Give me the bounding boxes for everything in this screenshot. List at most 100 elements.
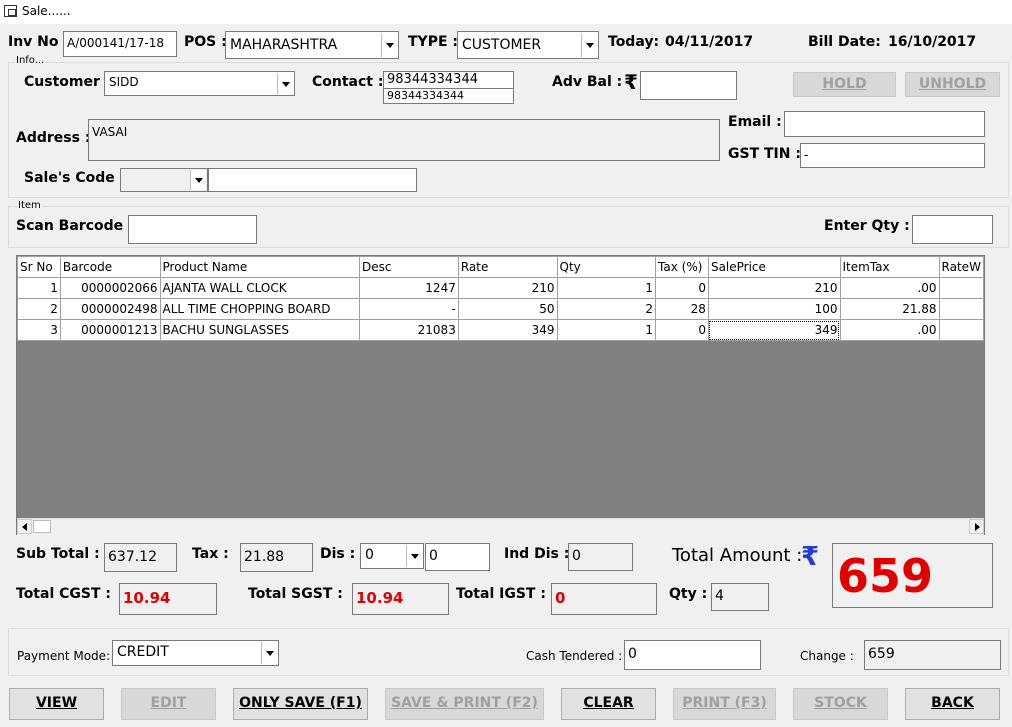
type-select[interactable]: CUSTOMER [457,31,599,59]
total-amount-label: Total Amount : [672,545,803,566]
pos-value: MAHARASHTRA [230,37,338,53]
ind-dis-field[interactable]: 0 [568,543,633,571]
cell-barcode[interactable]: 0000002498 [59,298,161,320]
column-header[interactable]: RateW [938,256,984,278]
save-print-button[interactable]: SAVE & PRINT (F2) [385,688,544,720]
change-field[interactable]: 659 [864,640,1001,670]
email-field[interactable] [784,111,985,137]
contact-field[interactable]: 98344334344 [383,71,514,89]
cell-sr-no[interactable]: 2 [17,298,61,320]
cell-sale-price[interactable]: 210 [707,277,841,299]
tax-field[interactable]: 21.88 [240,543,313,572]
column-header[interactable]: SalePrice [707,256,841,278]
back-button[interactable]: BACK [905,688,1000,720]
cell-tax[interactable]: 28 [655,298,709,320]
pos-select[interactable]: MAHARASHTRA [225,31,399,59]
cell-sale-price[interactable]: 349 [707,319,841,341]
customer-value: SIDD [109,75,139,89]
chevron-down-icon[interactable] [277,73,293,94]
address-field[interactable]: VASAI [88,119,720,161]
pos-label: POS : [184,34,227,50]
scan-barcode-input[interactable] [128,215,257,244]
clear-button[interactable]: CLEAR [561,688,656,720]
cell-barcode[interactable]: 0000002066 [59,277,161,299]
cell-rate-w[interactable] [938,277,984,299]
hold-button[interactable]: HOLD [793,72,896,97]
cell-sale-price[interactable]: 100 [707,298,841,320]
cell-sr-no[interactable]: 3 [17,319,61,341]
total-cgst-field[interactable]: 10.94 [119,583,217,615]
cell-rate[interactable]: 349 [457,319,558,341]
cell-desc[interactable]: - [358,298,459,320]
type-label: TYPE : [408,34,458,50]
only-save-button[interactable]: ONLY SAVE (F1) [233,688,368,720]
cell-rate[interactable]: 210 [457,277,558,299]
column-header[interactable]: Rate [457,256,558,278]
sales-code-text[interactable] [208,168,417,192]
column-header[interactable]: Qty [556,256,657,278]
dis-select[interactable]: 0 [360,543,424,569]
cell-product-name[interactable]: AJANTA WALL CLOCK [159,277,360,299]
inv-no-field[interactable]: A/000141/17-18 [63,31,177,57]
payment-mode-select[interactable]: CREDIT [112,640,279,666]
gst-tin-field[interactable]: - [800,143,985,168]
scroll-right-icon[interactable] [969,519,984,534]
adv-bal-field[interactable] [640,71,737,100]
chevron-down-icon[interactable] [190,170,206,190]
items-grid[interactable]: Sr No Barcode Product Name Desc Rate Qty… [16,255,985,535]
info-group-title: Info... [15,55,46,66]
edit-button[interactable]: EDIT [121,688,216,720]
cell-product-name[interactable]: BACHU SUNGLASSES [159,319,360,341]
cell-item-tax[interactable]: .00 [839,319,940,341]
cell-qty[interactable]: 1 [556,277,657,299]
table-row[interactable]: 3 0000001213 BACHU SUNGLASSES 21083 349 … [17,319,984,341]
column-header[interactable]: ItemTax [839,256,940,278]
payment-mode-label: Payment Mode: [17,649,111,663]
chevron-down-icon[interactable] [406,545,422,567]
chevron-down-icon[interactable] [381,33,397,57]
column-header[interactable]: Tax (%) [655,256,709,278]
chevron-down-icon[interactable] [581,33,597,57]
scroll-left-icon[interactable] [17,519,32,534]
cell-sr-no[interactable]: 1 [17,277,61,299]
dis-field[interactable]: 0 [425,543,490,571]
horizontal-scrollbar[interactable] [17,518,984,535]
cell-rate-w[interactable] [938,319,984,341]
table-row[interactable]: 1 0000002066 AJANTA WALL CLOCK 1247 210 … [17,277,984,299]
cell-item-tax[interactable]: 21.88 [839,298,940,320]
cell-qty[interactable]: 1 [556,319,657,341]
cell-desc[interactable]: 21083 [358,319,459,341]
column-header[interactable]: Product Name [159,256,360,278]
bill-date-label: Bill Date: [808,34,881,50]
cell-rate[interactable]: 50 [457,298,558,320]
chevron-down-icon[interactable] [261,642,277,664]
cell-item-tax[interactable]: .00 [839,277,940,299]
total-sgst-field[interactable]: 10.94 [352,583,449,615]
cell-desc[interactable]: 1247 [358,277,459,299]
column-header[interactable]: Desc [358,256,459,278]
cell-barcode[interactable]: 0000001213 [59,319,161,341]
sales-code-select[interactable] [120,168,208,192]
qty-field[interactable]: 4 [711,583,769,611]
total-igst-field[interactable]: 0 [551,583,657,615]
scroll-thumb[interactable] [33,520,51,533]
enter-qty-input[interactable] [912,215,993,244]
stock-button[interactable]: STOCK [793,688,888,720]
print-button[interactable]: PRINT (F3) [673,688,776,720]
column-header[interactable]: Barcode [59,256,161,278]
cell-tax[interactable]: 0 [655,277,709,299]
customer-select[interactable]: SIDD [104,71,295,96]
column-header[interactable]: Sr No [17,256,61,278]
total-amount-display: 659 [832,543,993,608]
cell-qty[interactable]: 2 [556,298,657,320]
cash-tendered-field[interactable]: 0 [624,640,761,670]
table-row[interactable]: 2 0000002498 ALL TIME CHOPPING BOARD - 5… [17,298,984,320]
contact-suggestion[interactable]: 98344334344 [383,88,514,104]
cell-rate-w[interactable] [938,298,984,320]
today-label: Today: [608,34,660,50]
unhold-button[interactable]: UNHOLD [905,72,1000,97]
cell-tax[interactable]: 0 [655,319,709,341]
view-button[interactable]: VIEW [9,688,104,720]
cell-product-name[interactable]: ALL TIME CHOPPING BOARD [159,298,360,320]
sub-total-field[interactable]: 637.12 [104,543,177,572]
